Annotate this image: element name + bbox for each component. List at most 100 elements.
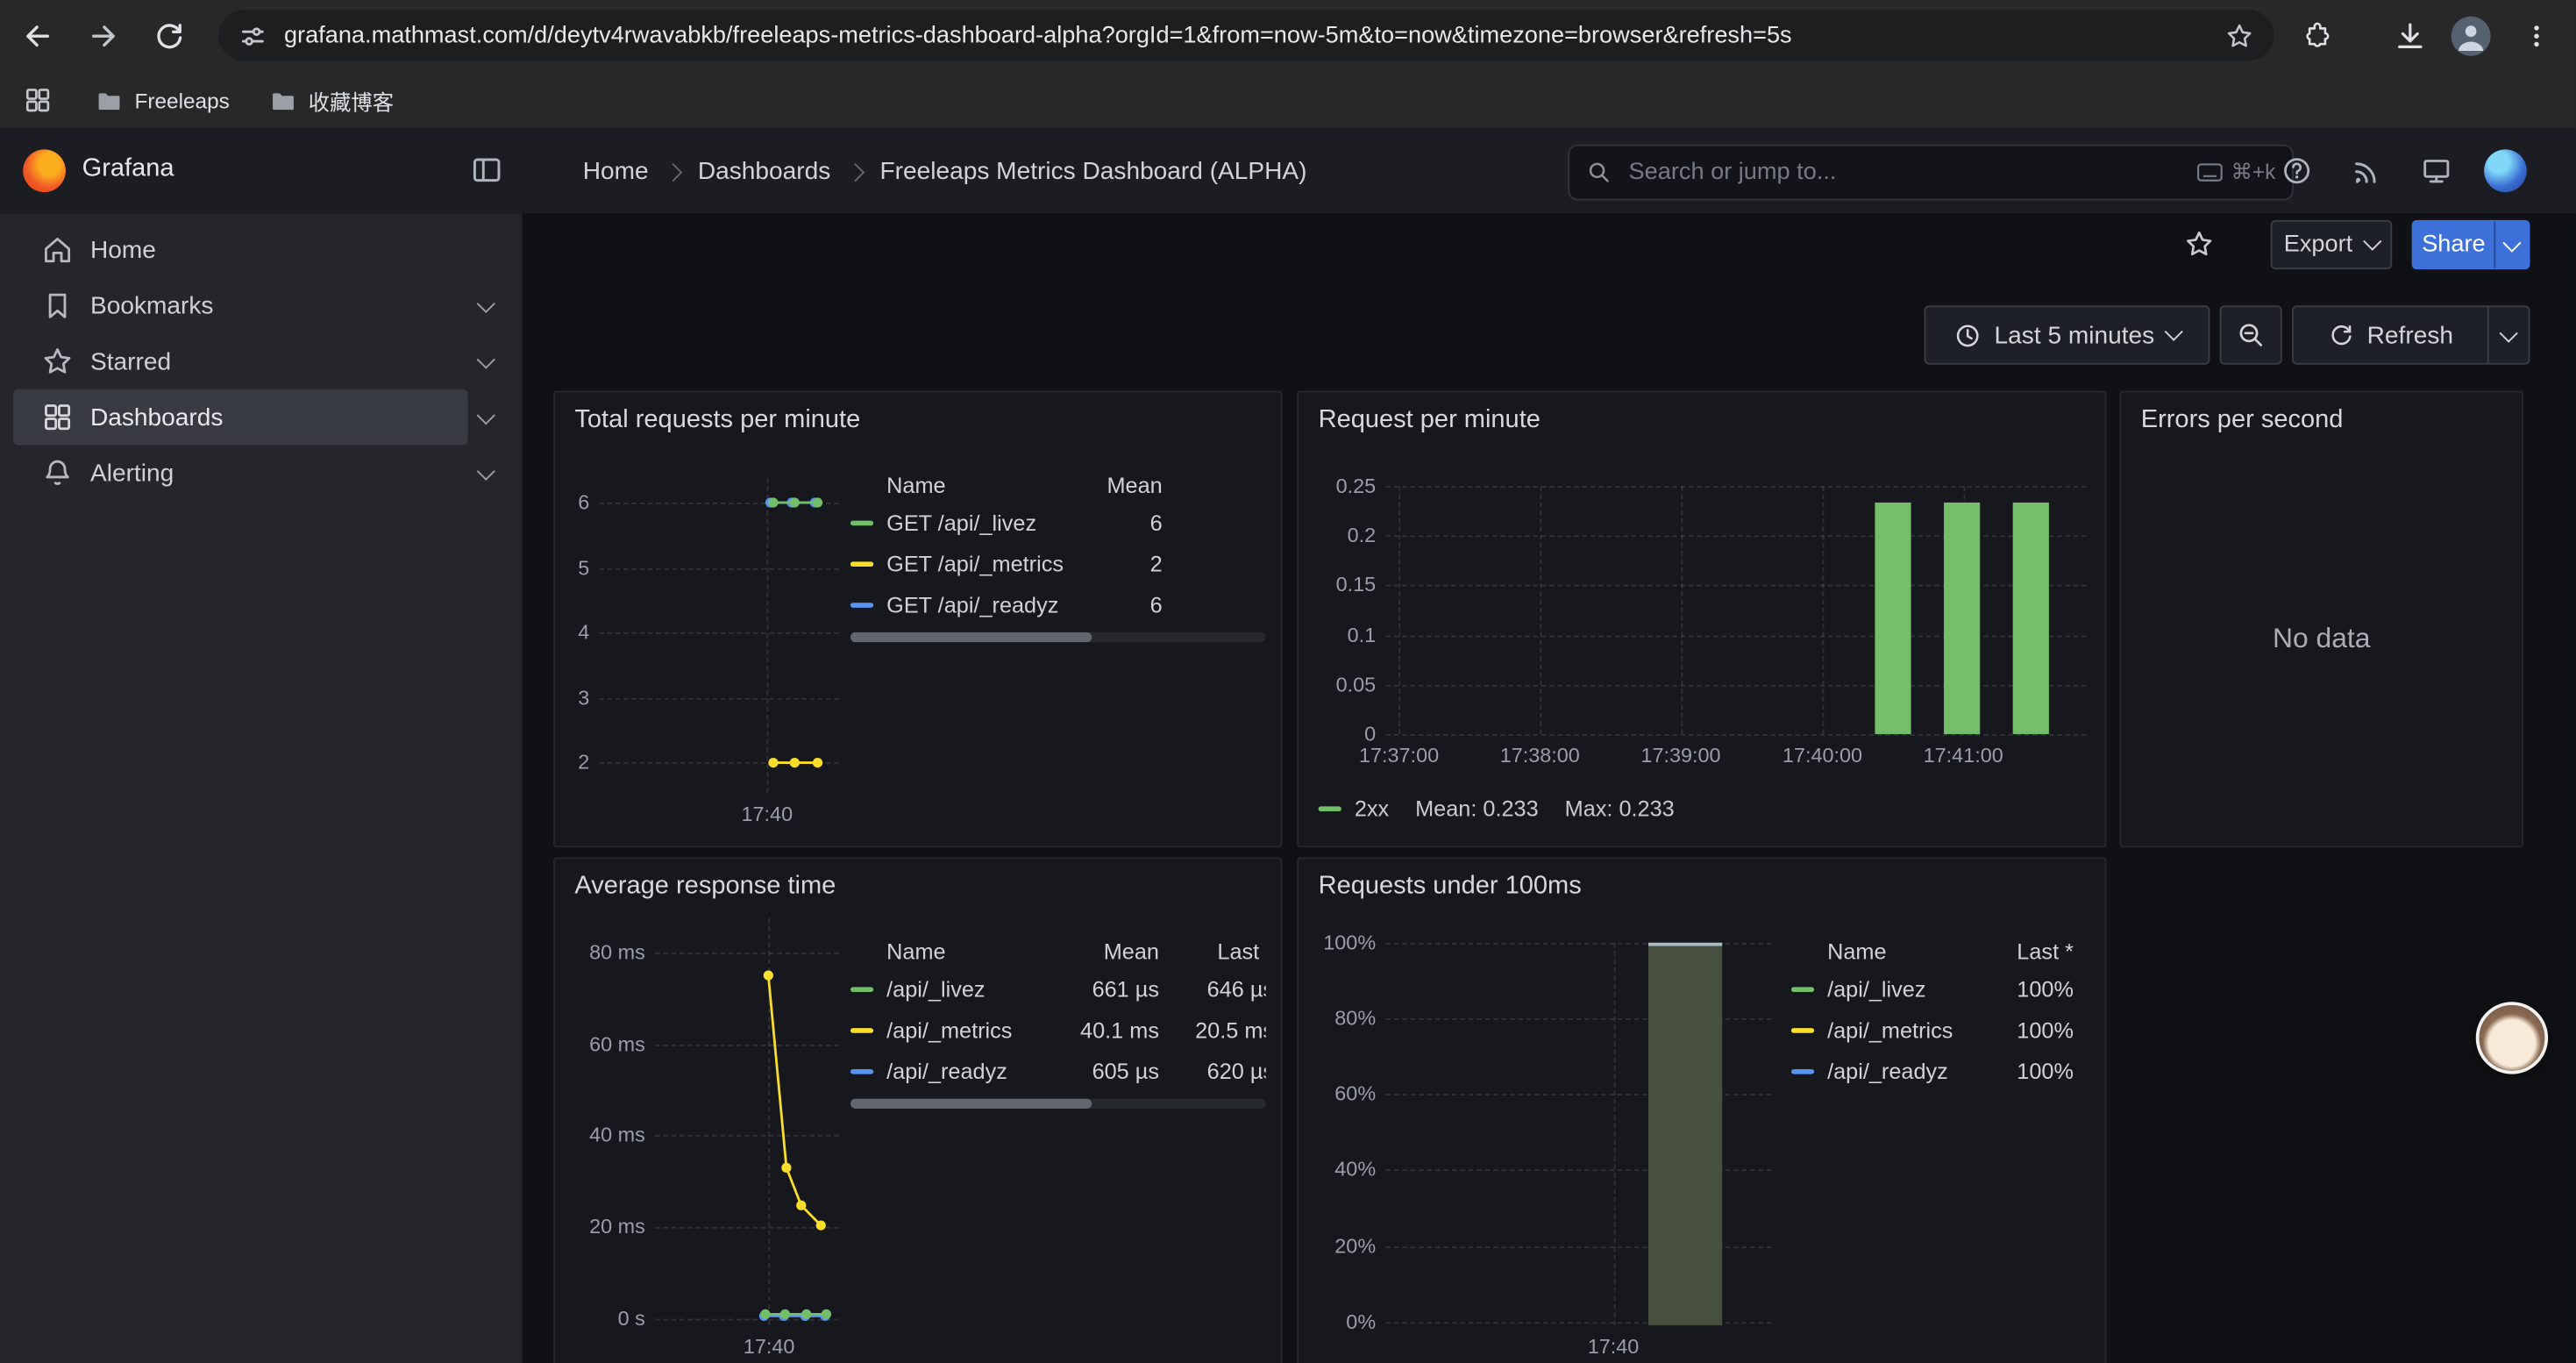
legend-scrollbar-thumb[interactable] — [850, 1099, 1092, 1109]
legend-header-row: NameMean — [850, 467, 1266, 503]
x-axis-label: 17:40:00 — [1783, 744, 1862, 767]
profile-button[interactable] — [2451, 17, 2491, 56]
time-range-button[interactable]: Last 5 minutes — [1925, 305, 2210, 364]
back-button[interactable] — [17, 15, 60, 58]
browser-menu-button[interactable] — [2516, 15, 2558, 58]
legend-series-name[interactable]: GET /api/_metrics — [886, 552, 1064, 576]
x-gridline — [1823, 486, 1825, 734]
legend-series: /api/_livez — [1791, 977, 1985, 1002]
breadcrumb: Home Dashboards Freeleaps Metrics Dashbo… — [583, 128, 1307, 213]
sidebar-toggle-button[interactable] — [470, 153, 504, 187]
url-text[interactable]: grafana.mathmast.com/d/deytv4rwavabkb/fr… — [284, 22, 2211, 48]
legend-series-name[interactable]: GET /api/_readyz — [886, 593, 1058, 617]
bookmark-item-freeleaps[interactable]: Freeleaps — [82, 80, 243, 121]
legend-series-name[interactable]: /api/_livez — [886, 977, 985, 1002]
extensions-button[interactable] — [2295, 15, 2338, 58]
apps-grid-button[interactable] — [17, 79, 60, 122]
legend-series-name[interactable]: /api/_metrics — [1827, 1018, 1953, 1043]
legend-scrollbar-thumb[interactable] — [850, 632, 1092, 642]
legend-series-name[interactable]: /api/_metrics — [886, 1018, 1012, 1043]
line-series-svg — [599, 478, 838, 794]
sidebar-item-starred[interactable]: Starred — [0, 333, 522, 389]
chevron-right-icon — [664, 162, 682, 181]
series-color-dash — [850, 521, 873, 526]
breadcrumb-home[interactable]: Home — [583, 157, 649, 185]
legend-row: /api/_livez661 µs646 µs — [850, 969, 1266, 1010]
y-gridline — [1385, 635, 2087, 637]
legend-series-name[interactable]: /api/_readyz — [1827, 1060, 1948, 1084]
sidebar-item-bookmarks[interactable]: Bookmarks — [0, 277, 522, 333]
x-axis-label: 17:39:00 — [1640, 744, 1720, 767]
display-button[interactable] — [2415, 149, 2458, 192]
y-axis-label: 80 ms — [565, 941, 645, 964]
legend-table: NameMeanGET /api/_livez6GET /api/_metric… — [850, 467, 1266, 651]
panel-title[interactable]: Total requests per minute — [574, 406, 860, 436]
chevron-down-icon[interactable] — [477, 350, 495, 368]
legend-scrollbar[interactable] — [850, 1099, 1266, 1109]
legend-header[interactable]: Name — [1791, 938, 1985, 963]
sidebar-item-dashboards[interactable]: Dashboards — [0, 389, 522, 446]
sidebar-item-alerting[interactable]: Alerting — [0, 445, 522, 501]
grafana-header: Grafana Home Dashboards Freeleaps Metric… — [0, 128, 2576, 215]
legend-series-name[interactable]: /api/_livez — [1827, 977, 1925, 1002]
news-button[interactable] — [2345, 149, 2387, 192]
legend-header[interactable]: Name — [850, 472, 1064, 496]
share-button[interactable]: Share — [2412, 220, 2530, 269]
site-info-icon[interactable] — [238, 20, 268, 50]
url-bar[interactable]: grafana.mathmast.com/d/deytv4rwavabkb/fr… — [218, 10, 2274, 61]
chevron-down-icon[interactable] — [477, 405, 495, 424]
dashboard-canvas: Export Share Last 5 minutes — [522, 213, 2575, 1363]
reload-icon — [153, 19, 185, 52]
legend-value: 100% — [1985, 977, 2077, 1002]
legend-header[interactable]: Mean — [1064, 938, 1162, 963]
user-avatar[interactable] — [2484, 149, 2527, 192]
export-button[interactable]: Export — [2271, 220, 2393, 269]
series-color-dash — [1319, 805, 1341, 810]
legend-series-name[interactable]: GET /api/_livez — [886, 510, 1036, 535]
bookmark-item-blog[interactable]: 收藏博客 — [256, 78, 407, 123]
grafana-logo[interactable] — [23, 149, 66, 192]
breadcrumb-dashboards[interactable]: Dashboards — [698, 157, 830, 185]
panel-title[interactable]: Errors per second — [2141, 406, 2344, 436]
reload-button[interactable] — [148, 15, 191, 58]
refresh-button[interactable]: Refresh — [2292, 305, 2530, 364]
panel-title[interactable]: Average response time — [574, 872, 836, 902]
legend-header[interactable]: Last * — [1985, 938, 2077, 963]
panel-title[interactable]: Request per minute — [1319, 406, 1541, 436]
download-icon — [2394, 19, 2426, 52]
search-input[interactable] — [1626, 158, 2183, 188]
search-box[interactable]: ⌘+k — [1568, 145, 2294, 201]
legend-value: 605 µs — [1064, 1060, 1162, 1084]
favorite-dashboard-button[interactable] — [2177, 222, 2220, 265]
legend-row: /api/_readyz605 µs620 µs — [850, 1051, 1266, 1092]
legend-series-name[interactable]: /api/_readyz — [886, 1060, 1007, 1084]
legend-header[interactable]: Name — [850, 938, 1064, 963]
panel-title[interactable]: Requests under 100ms — [1319, 872, 1582, 902]
chevron-down-icon[interactable] — [477, 461, 495, 480]
forward-button[interactable] — [82, 15, 125, 58]
series-color-dash — [850, 987, 873, 992]
bookmark-icon — [41, 289, 74, 322]
help-button[interactable] — [2275, 149, 2318, 192]
legend-header[interactable]: Mean — [1064, 472, 1165, 496]
download-button[interactable] — [2388, 15, 2431, 58]
share-options-button[interactable] — [2495, 237, 2528, 253]
assistant-avatar-button[interactable] — [2476, 1002, 2548, 1074]
series-color-dash — [1791, 987, 1814, 992]
y-axis-label: 6 — [561, 491, 589, 514]
legend-series[interactable]: 2xx — [1319, 796, 1390, 820]
refresh-interval-button[interactable] — [2489, 327, 2529, 344]
legend-scrollbar[interactable] — [850, 632, 1266, 642]
sidebar-item-home[interactable]: Home — [0, 222, 522, 278]
legend-value: 100% — [1985, 1060, 2077, 1084]
legend-series: GET /api/_readyz — [850, 593, 1064, 617]
legend-row: GET /api/_metrics2 — [850, 544, 1266, 585]
zoom-out-button[interactable] — [2220, 305, 2282, 364]
series-color-dash — [1791, 1069, 1814, 1074]
y-axis-label: 4 — [561, 621, 589, 644]
chevron-down-icon[interactable] — [477, 294, 495, 312]
help-icon — [2281, 154, 2313, 187]
y-axis-label: 60% — [1312, 1082, 1376, 1105]
legend-header[interactable]: Last * — [1163, 938, 1266, 963]
bookmark-star-icon[interactable] — [2224, 20, 2254, 50]
